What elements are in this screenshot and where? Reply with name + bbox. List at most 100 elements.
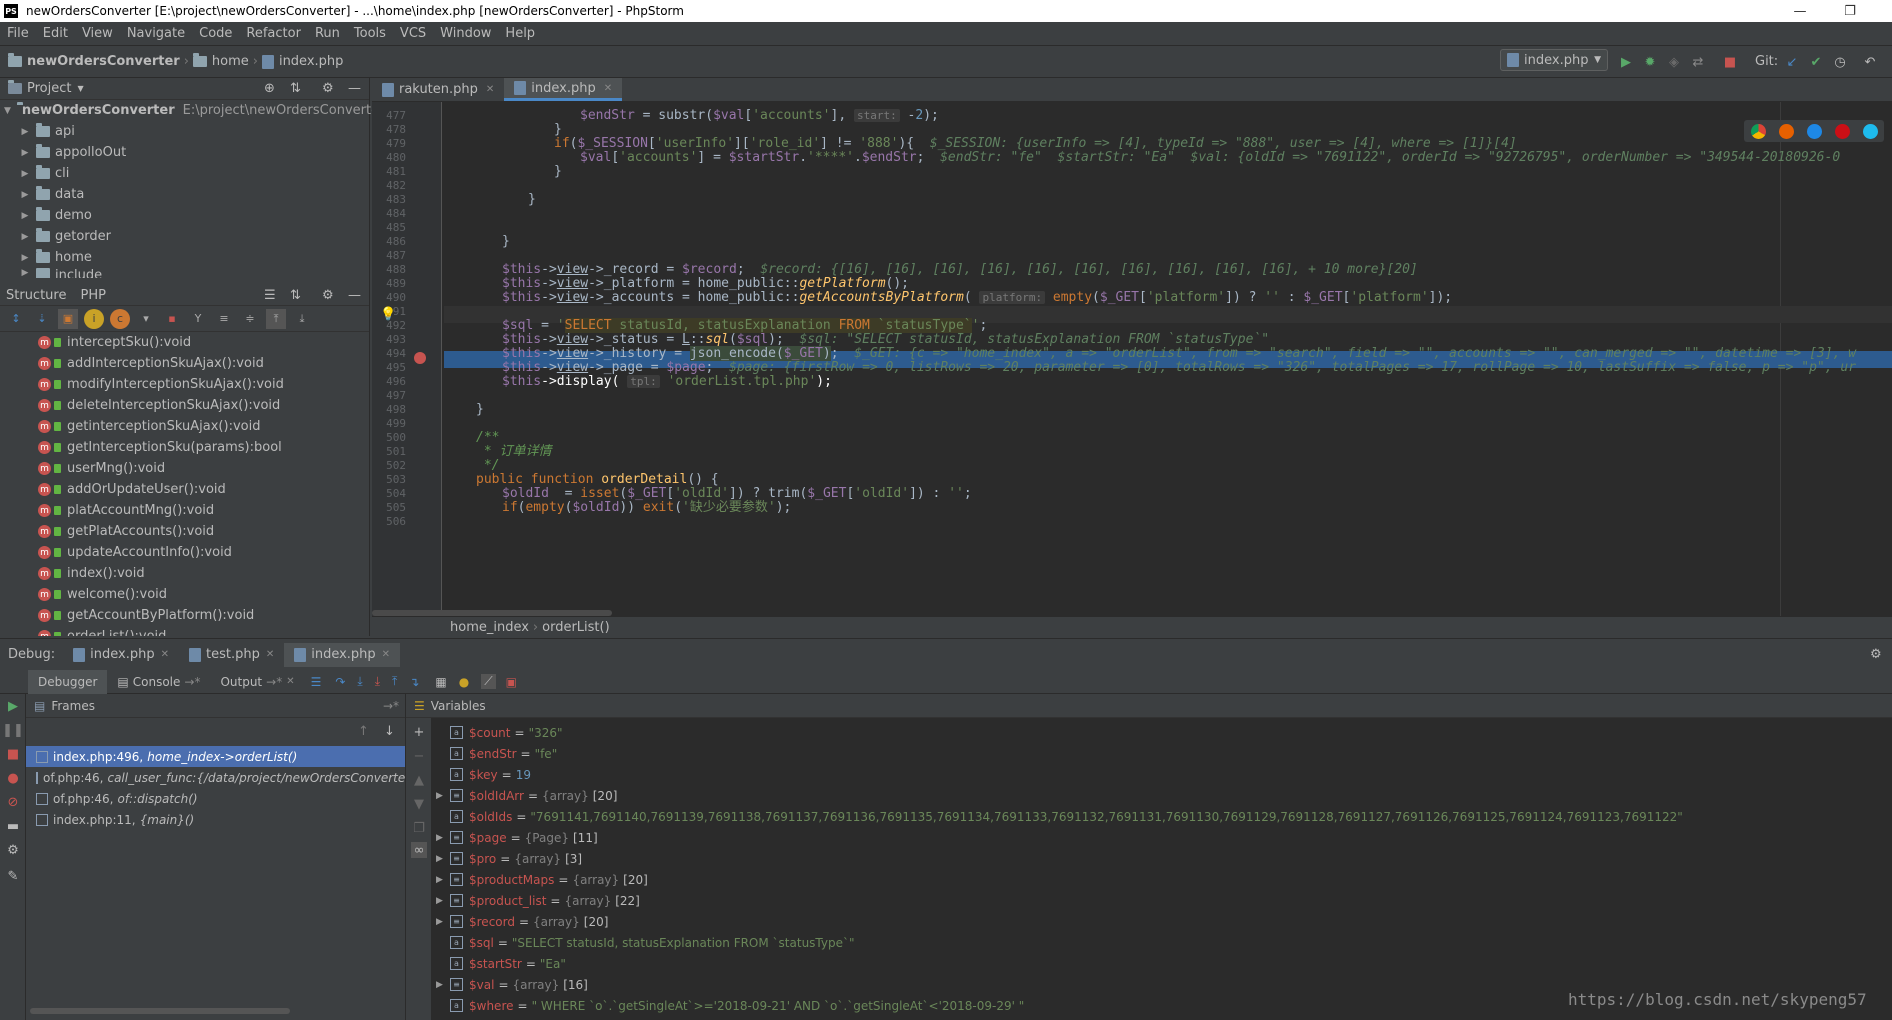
code-line[interactable]: }	[502, 233, 510, 250]
structure-method-item[interactable]: m interceptSku():void	[0, 332, 369, 353]
tree-folder-data[interactable]: ▶ data	[0, 184, 369, 205]
sort-visibility-icon[interactable]: ↕	[6, 309, 26, 329]
tab-console[interactable]: ▤ Console →*	[107, 670, 210, 694]
structure-method-item[interactable]: m deleteInterceptionSkuAjax():void	[0, 395, 369, 416]
close-icon[interactable]: ✕	[266, 649, 274, 660]
close-icon[interactable]: ✕	[486, 84, 494, 95]
collapsed-triangle-icon[interactable]: ▶	[20, 211, 30, 221]
expand-triangle-icon[interactable]: ▶	[436, 980, 450, 990]
tab-index-php[interactable]: index.php ✕	[504, 78, 623, 101]
tab-php[interactable]: PHP	[80, 288, 105, 303]
chevron-down-icon[interactable]: ▼	[77, 84, 83, 93]
tree-folder-api[interactable]: ▶ api	[0, 121, 369, 142]
variable-row[interactable]: ▶ ≡ $pro = {array} [3]	[436, 848, 582, 869]
menu-edit[interactable]: Edit	[36, 26, 75, 41]
watch-icon[interactable]: ●	[459, 675, 469, 689]
collapsed-triangle-icon[interactable]: ▶	[20, 232, 30, 242]
code-line[interactable]: $this->view->_accounts = home_public::ge…	[502, 289, 1452, 306]
step-into-icon[interactable]: ⤓	[357, 674, 362, 689]
expand-all-icon[interactable]: ☰	[264, 288, 276, 303]
structure-method-item[interactable]: m welcome():void	[0, 584, 369, 605]
menu-vcs[interactable]: VCS	[393, 26, 433, 41]
structure-method-item[interactable]: m getPlatAccounts():void	[0, 521, 369, 542]
project-panel-title[interactable]: Project	[27, 81, 71, 96]
expand-triangle-icon[interactable]: ▶	[436, 791, 450, 801]
menu-file[interactable]: File	[0, 26, 36, 41]
collapsed-triangle-icon[interactable]: ▶	[20, 190, 30, 200]
variable-row[interactable]: ▶ ≡ $product_list = {array} [22]	[436, 890, 640, 911]
debug-session-tab-3[interactable]: index.php ✕	[284, 642, 401, 667]
variable-row[interactable]: a $sql = "SELECT statusId, statusExplanatio…	[436, 932, 855, 953]
remove-watch-icon[interactable]: −	[411, 748, 427, 764]
show-execution-point-icon[interactable]: ☰	[311, 675, 322, 689]
stack-frame-item[interactable]: of.php:46, of::dispatch()	[26, 788, 405, 809]
expand-triangle-icon[interactable]: ▶	[436, 854, 450, 864]
code-line[interactable]: $endStr = substr($val['accounts'], start…	[580, 107, 939, 124]
mute-breakpoints-icon[interactable]: ⟋	[481, 674, 496, 689]
firefox-icon[interactable]	[1778, 123, 1794, 139]
structure-method-item[interactable]: m addOrUpdateUser():void	[0, 479, 369, 500]
variable-row[interactable]: ▶ ≡ $val = {array} [16]	[436, 974, 588, 995]
menu-help[interactable]: Help	[498, 26, 542, 41]
tab-rakuten-php[interactable]: rakuten.php ✕	[372, 78, 504, 101]
debug-session-tab-1[interactable]: index.php ✕	[63, 643, 179, 667]
variable-row[interactable]: a $count = "326"	[436, 722, 563, 743]
expand-triangle-icon[interactable]: ▶	[436, 896, 450, 906]
menu-run[interactable]: Run	[308, 26, 347, 41]
breadcrumb-file[interactable]: index.php	[261, 54, 343, 69]
gear-icon[interactable]: ⚙	[322, 81, 334, 96]
structure-method-item[interactable]: m getInterceptionSku(params):bool	[0, 437, 369, 458]
expand-triangle-icon[interactable]: ▶	[436, 833, 450, 843]
stack-frame-item[interactable]: index.php:496, home_index->orderList()	[26, 746, 405, 767]
crumb-method[interactable]: orderList()	[542, 620, 610, 635]
structure-method-item[interactable]: m userMng():void	[0, 458, 369, 479]
step-out-icon[interactable]: ⤒	[392, 674, 397, 689]
variable-row[interactable]: ▶ ≡ $record = {array} [20]	[436, 911, 608, 932]
evaluate-expression-icon[interactable]: ▦	[435, 675, 446, 689]
code-editor[interactable]: 477 478 479 480 481 482 483 484 485 486 487 488 489 4…	[372, 102, 1892, 616]
tree-folder-home[interactable]: ▶ home	[0, 247, 369, 268]
show-fields-icon[interactable]: ▣	[58, 308, 78, 329]
code-line[interactable]: $val['accounts'] = $startStr.'****'.$end…	[580, 149, 1840, 166]
autoscroll-from-source-icon[interactable]: ⤓	[292, 309, 312, 329]
tab-structure[interactable]: Structure	[6, 288, 66, 303]
collapse-icon[interactable]: ≑	[240, 309, 260, 329]
move-up-icon[interactable]: ▲	[411, 772, 427, 788]
opera-icon[interactable]	[1834, 123, 1850, 139]
attach-debugger-icon[interactable]: ⇄	[1690, 54, 1706, 70]
layout-icon[interactable]: ▬	[5, 818, 21, 834]
tree-folder-include[interactable]: ▶ include	[0, 268, 369, 278]
collapsed-triangle-icon[interactable]: ▶	[20, 268, 30, 278]
vcs-commit-icon[interactable]: ✔	[1808, 54, 1824, 70]
arrow-up-icon[interactable]: ↑	[358, 724, 369, 739]
variable-row[interactable]: a $key = 19	[436, 764, 531, 785]
step-over-icon[interactable]: ↷	[335, 675, 345, 689]
view-breakpoints-icon[interactable]: ●	[5, 770, 21, 786]
close-icon[interactable]: ✕	[382, 649, 390, 660]
duplicate-icon[interactable]: ❐	[411, 820, 427, 836]
expand-triangle-icon[interactable]: ▶	[436, 875, 450, 885]
collapsed-triangle-icon[interactable]: ▶	[20, 169, 30, 179]
force-step-into-icon[interactable]: ⤓	[375, 674, 380, 689]
collapse-all-icon[interactable]: ⇅	[290, 81, 301, 96]
structure-method-item[interactable]: m updateAccountInfo():void	[0, 542, 369, 563]
collapsed-triangle-icon[interactable]: ▶	[20, 148, 30, 158]
variable-row[interactable]: ▶ ≡ $productMaps = {array} [20]	[436, 869, 648, 890]
add-watch-icon[interactable]: +	[411, 724, 427, 740]
variable-row[interactable]: a $where = " WHERE `o`.`getSingleAt`>='2018…	[436, 995, 1024, 1016]
variable-row[interactable]: a $endStr = "fe"	[436, 743, 557, 764]
code-line[interactable]: if(empty($oldId)) exit('缺少必要参数');	[502, 499, 791, 516]
run-to-cursor-icon[interactable]: ↴	[409, 675, 419, 689]
show-inherited-icon[interactable]: i	[84, 308, 104, 329]
debug-session-tab-2[interactable]: test.php ✕	[179, 643, 284, 667]
structure-method-item[interactable]: m orderList():void	[0, 626, 369, 636]
tab-output[interactable]: Output →* ✕	[210, 670, 304, 694]
crumb-class[interactable]: home_index	[450, 620, 529, 635]
gear-icon[interactable]: ⚙	[322, 288, 334, 303]
coverage-icon[interactable]: ◈	[1666, 54, 1682, 70]
locate-icon[interactable]: ⊕	[264, 81, 275, 96]
run-icon[interactable]: ▶	[1618, 54, 1634, 70]
revert-icon[interactable]: ↶	[1862, 54, 1878, 70]
intention-bulb-icon[interactable]: 💡	[380, 307, 396, 322]
chrome-icon[interactable]	[1750, 123, 1766, 139]
